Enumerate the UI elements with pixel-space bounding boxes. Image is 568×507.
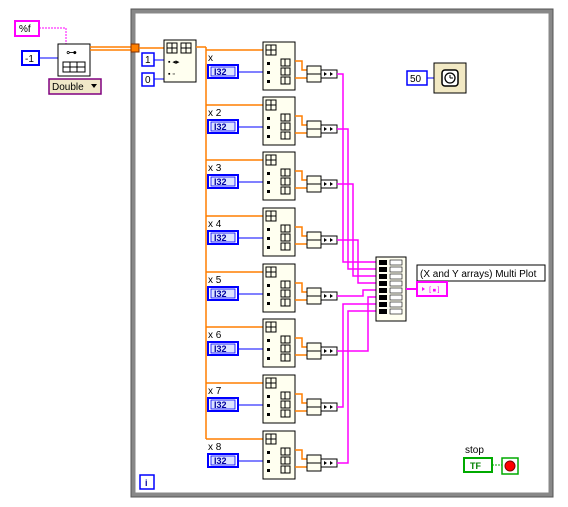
bundle-node[interactable] (306, 231, 338, 249)
cluster-wire (337, 289, 376, 297)
index-label: x 6 (208, 330, 222, 341)
rows-constant[interactable]: -1 (21, 50, 40, 66)
index-label: x (208, 53, 213, 64)
xy-graph-terminal[interactable]: [▪] (416, 281, 448, 297)
bundle-node[interactable] (306, 342, 338, 360)
wait-constant-text: 50 (410, 74, 422, 85)
index-row: x 7I32 (206, 374, 338, 424)
i32-type-text: I32 (214, 400, 227, 410)
i32-type-text: I32 (214, 177, 227, 187)
loop-condition-terminal[interactable] (501, 457, 519, 475)
index-array-node[interactable] (262, 96, 296, 146)
build-array-slot (379, 302, 387, 307)
index-label: x 5 (208, 275, 222, 286)
loop-tunnel[interactable] (130, 43, 140, 53)
i32-control[interactable]: I32 (207, 174, 239, 189)
i32-control[interactable]: I32 (207, 453, 239, 468)
bundle-node[interactable] (306, 65, 338, 83)
index-zero-constant[interactable]: 0 (141, 72, 155, 87)
index-label: x 4 (208, 219, 222, 230)
i32-control[interactable]: I32 (207, 286, 239, 301)
i32-control[interactable]: I32 (207, 64, 239, 79)
bundle-node[interactable] (306, 120, 338, 138)
block-diagram: %f -1 ⊶ Double 1 0 ▪ ◂▸ ▪ ▫ xI32x 2I32x … (14, 8, 554, 498)
build-array-slot (379, 281, 387, 286)
build-array-slot (379, 288, 387, 293)
build-array-slot (379, 309, 387, 314)
i32-control[interactable]: I32 (207, 397, 239, 412)
bundle-node[interactable] (306, 398, 338, 416)
index-label: x 3 (208, 163, 222, 174)
index-array-node[interactable] (262, 374, 296, 424)
i32-type-text: I32 (214, 456, 227, 466)
cluster-wire (337, 303, 376, 408)
svg-text:▪ ◂▸: ▪ ◂▸ (168, 59, 180, 66)
index-row: x 6I32 (206, 318, 338, 368)
i32-control[interactable]: I32 (207, 341, 239, 356)
format-wire (39, 27, 67, 44)
index-label: x 7 (208, 386, 222, 397)
svg-text:[▪]: [▪] (428, 286, 441, 294)
build-array-slot (379, 260, 387, 265)
i32-control[interactable]: I32 (207, 119, 239, 134)
array-subset-node[interactable]: ▪ ◂▸ ▪ ▫ (163, 39, 197, 83)
read-spreadsheet-vi-icon[interactable]: ⊶ (57, 43, 91, 77)
index-array-node[interactable] (262, 41, 296, 91)
index-start-constant[interactable]: 1 (141, 52, 155, 67)
index-array-node[interactable] (262, 207, 296, 257)
type-selector-text: Double (52, 82, 84, 93)
index-row: x 5I32 (206, 263, 338, 313)
index-row: x 8I32 (206, 430, 338, 480)
build-array-slot (379, 274, 387, 279)
svg-text:▪ ▫: ▪ ▫ (168, 71, 175, 78)
index-label: x 2 (208, 108, 222, 119)
i32-type-text: I32 (214, 67, 227, 77)
format-string-constant[interactable]: %f (14, 20, 40, 37)
loop-iteration-terminal: i (139, 474, 155, 490)
index-row: x 3I32 (206, 151, 338, 201)
cluster-wire (337, 73, 376, 263)
index-zero-text: 0 (145, 75, 151, 86)
graph-label: (X and Y arrays) Multi Plot (420, 269, 537, 280)
index-label: x 8 (208, 442, 222, 453)
rows-constant-text: -1 (25, 54, 34, 65)
type-selector-ring[interactable]: Double (48, 78, 102, 95)
stop-boolean-terminal[interactable]: TF (463, 457, 493, 473)
i32-type-text: I32 (214, 289, 227, 299)
cluster-wires (337, 73, 376, 464)
i32-control[interactable]: I32 (207, 230, 239, 245)
i32-type-text: I32 (214, 344, 227, 354)
index-array-node[interactable] (262, 318, 296, 368)
stop-value-text: TF (470, 461, 481, 471)
stop-sign-icon (504, 460, 516, 472)
index-rows: xI32x 2I32x 3I32x 4I32x 5I32x 6I32x 7I32… (205, 41, 338, 480)
bundle-node[interactable] (306, 287, 338, 305)
index-start-text: 1 (145, 55, 151, 66)
build-array-slot (379, 267, 387, 272)
build-array-slot (379, 295, 387, 300)
build-array-node[interactable] (375, 256, 407, 322)
stop-label: stop (465, 445, 484, 456)
index-array-node[interactable] (262, 263, 296, 313)
i32-type-text: I32 (214, 122, 227, 132)
index-array-node[interactable] (262, 151, 296, 201)
format-string-text: %f (19, 24, 31, 35)
bundle-node[interactable] (306, 454, 338, 472)
index-row: x 2I32 (206, 96, 338, 146)
wait-ms-function[interactable] (433, 62, 467, 94)
svg-text:⊶: ⊶ (66, 46, 77, 59)
index-array-node[interactable] (262, 430, 296, 480)
index-row: xI32 (206, 41, 338, 91)
i32-type-text: I32 (214, 233, 227, 243)
bundle-node[interactable] (306, 175, 338, 193)
wait-constant[interactable]: 50 (406, 70, 428, 86)
iteration-text: i (145, 478, 148, 488)
index-row: x 4I32 (206, 207, 338, 257)
